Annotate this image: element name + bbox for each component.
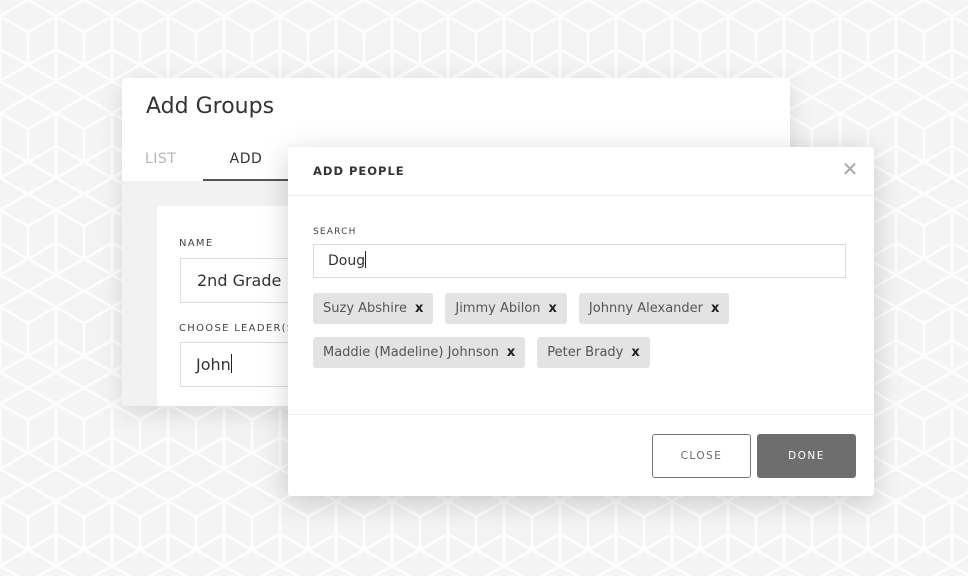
person-chip-name: Maddie (Madeline) Johnson (323, 345, 499, 360)
remove-person-icon[interactable]: x (631, 345, 639, 360)
page-title: Add Groups (146, 94, 275, 119)
person-chip-name: Peter Brady (547, 345, 624, 360)
add-people-modal: ADD PEOPLE ✕ SEARCH Doug Suzy Abshire x J… (288, 147, 874, 496)
close-button[interactable]: CLOSE (652, 434, 751, 478)
person-chip-name: Johnny Alexander (588, 301, 704, 316)
person-chip: Maddie (Madeline) Johnson x (313, 337, 526, 368)
text-caret (230, 354, 232, 373)
leader-input-value: John (196, 355, 231, 374)
name-label: NAME (179, 238, 214, 249)
person-chip: Jimmy Abilon x (445, 293, 567, 324)
search-input-value: Doug (328, 253, 366, 269)
done-button[interactable]: DONE (757, 434, 856, 478)
person-chip: Peter Brady x (537, 337, 650, 368)
selected-people-list: Suzy Abshire x Jimmy Abilon x Johnny Alexa… (313, 293, 833, 368)
remove-person-icon[interactable]: x (711, 301, 719, 316)
remove-person-icon[interactable]: x (549, 301, 557, 316)
person-chip: Suzy Abshire x (313, 293, 434, 324)
modal-header: ADD PEOPLE ✕ (288, 147, 874, 196)
text-caret (365, 251, 367, 268)
search-input[interactable]: Doug (313, 244, 846, 278)
search-label: SEARCH (313, 227, 357, 237)
remove-person-icon[interactable]: x (415, 301, 423, 316)
person-chip-name: Jimmy Abilon (455, 301, 541, 316)
person-chip: Johnny Alexander x (578, 293, 730, 324)
leader-label: CHOOSE LEADER(S) (179, 323, 300, 334)
modal-footer: CLOSE DONE (288, 414, 874, 496)
tab-add[interactable]: ADD (203, 151, 289, 167)
tab-list[interactable]: LIST (145, 151, 176, 167)
close-x-icon[interactable]: ✕ (840, 160, 860, 180)
person-chip-name: Suzy Abshire (323, 301, 407, 316)
remove-person-icon[interactable]: x (507, 345, 515, 360)
modal-title: ADD PEOPLE (313, 164, 405, 178)
